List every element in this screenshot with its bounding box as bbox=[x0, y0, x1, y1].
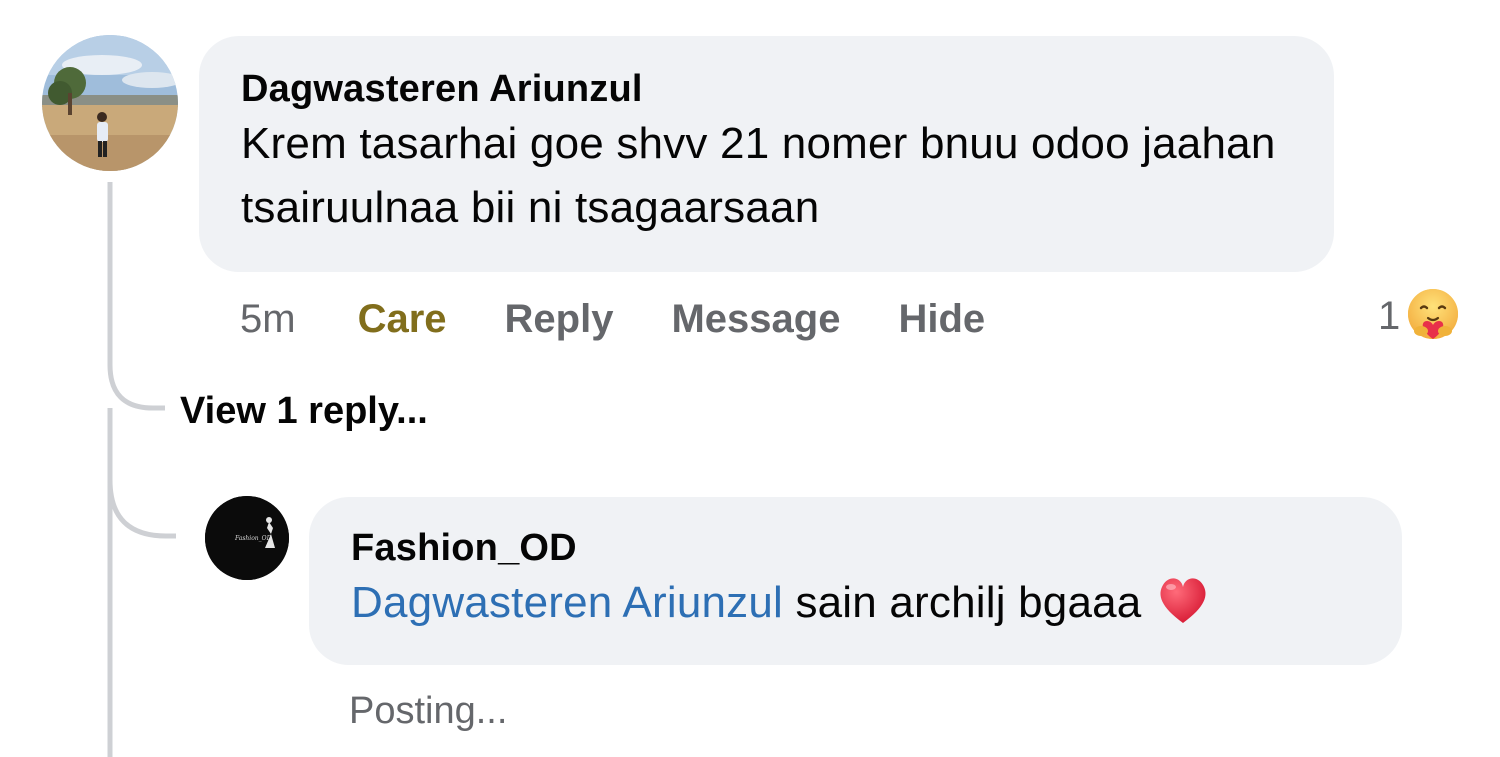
comment-text: Krem tasarhai goe shvv 21 nomer bnuu odo… bbox=[241, 119, 1276, 232]
reply-author[interactable]: Fashion_OD bbox=[351, 525, 1362, 571]
reaction-count: 1 bbox=[1378, 293, 1401, 338]
reply-message: sain archilj bgaaa bbox=[783, 578, 1142, 627]
hide-button[interactable]: Hide bbox=[898, 297, 985, 342]
avatar-logo-text: Fashion_OD bbox=[234, 535, 272, 542]
comment-timestamp[interactable]: 5m bbox=[240, 297, 296, 342]
care-emoji-icon bbox=[1408, 289, 1459, 339]
mention-link[interactable]: Dagwasteren Ariunzul bbox=[351, 578, 783, 627]
avatar-photo-icon bbox=[42, 35, 178, 171]
reply-bubble[interactable]: Fashion_OD Dagwasteren Ariunzul sain arc… bbox=[309, 497, 1402, 665]
reply-text: Dagwasteren Ariunzul sain archilj bgaaa bbox=[351, 571, 1362, 635]
care-reaction-button[interactable]: Care bbox=[358, 297, 447, 342]
comment-actions: 5m Care Reply Message Hide bbox=[240, 293, 1043, 345]
view-replies-link[interactable]: View 1 reply... bbox=[180, 388, 428, 434]
fashion-od-logo: Fashion_OD bbox=[205, 496, 289, 580]
comment-bubble[interactable]: Dagwasteren Ariunzul Krem tasarhai goe s… bbox=[199, 36, 1334, 272]
posting-status: Posting... bbox=[349, 690, 508, 732]
comment-thread: Dagwasteren Ariunzul Krem tasarhai goe s… bbox=[0, 0, 1500, 757]
comment-author[interactable]: Dagwasteren Ariunzul bbox=[241, 66, 1294, 112]
commenter-avatar[interactable] bbox=[42, 35, 178, 171]
reaction-summary[interactable]: 1 bbox=[1378, 288, 1462, 344]
message-button[interactable]: Message bbox=[671, 297, 840, 342]
heart-emoji-icon bbox=[1160, 578, 1206, 623]
reply-button[interactable]: Reply bbox=[505, 297, 614, 342]
reply-author-avatar[interactable]: Fashion_OD bbox=[205, 496, 289, 580]
